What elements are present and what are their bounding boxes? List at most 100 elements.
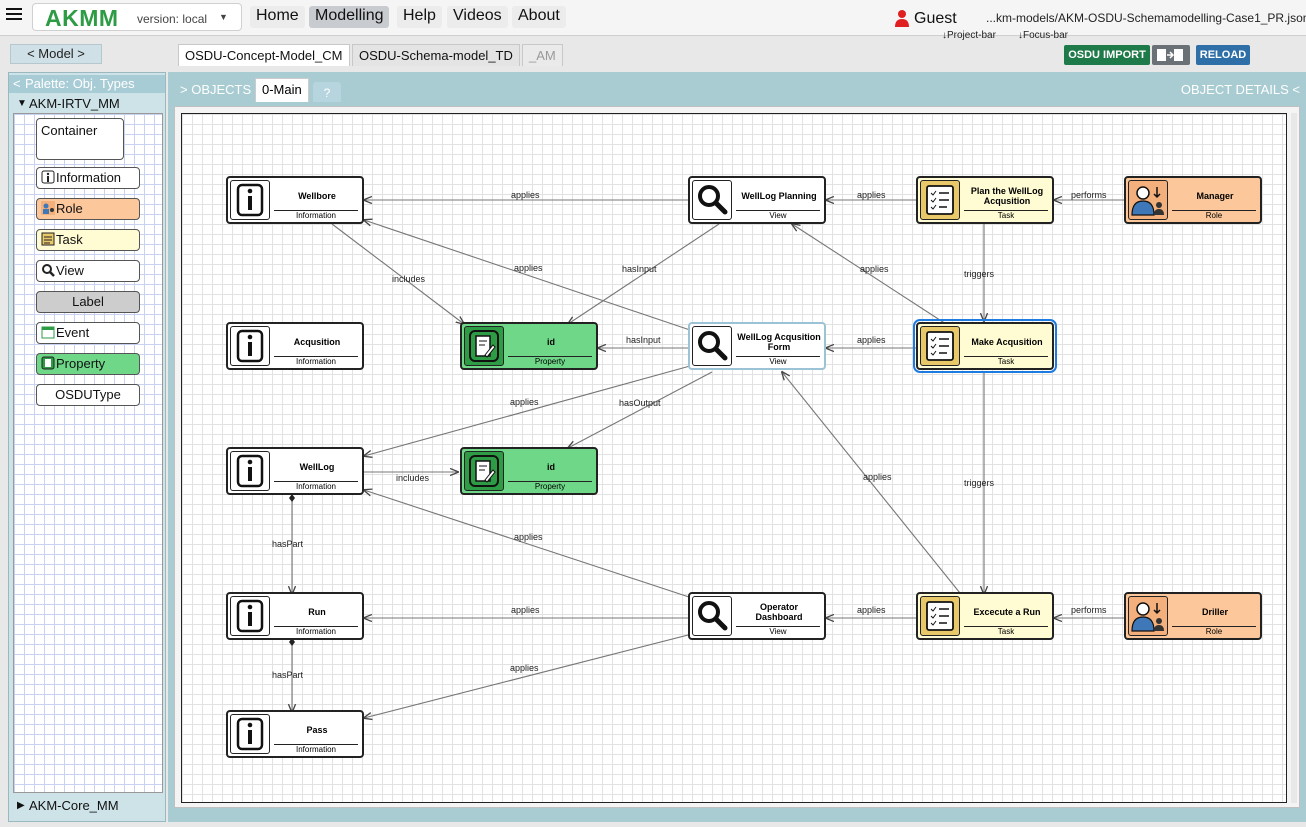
palette-item-label: View: [56, 263, 84, 278]
link-label: performs: [1071, 190, 1107, 200]
palette-item-role[interactable]: Role: [36, 198, 140, 220]
link-opdash-welllog: [364, 490, 693, 599]
palette-header[interactable]: < Palette: Obj. Types: [9, 75, 165, 93]
node-type: Information: [274, 481, 358, 492]
node-name: Plan the WellLog Acqusition: [970, 186, 1044, 206]
magnifier-icon: [692, 326, 732, 366]
node-welllog-acqusition-form[interactable]: WellLog Acqusition Form View: [688, 322, 826, 370]
nav-about[interactable]: About: [512, 6, 566, 28]
objects-toggle[interactable]: > OBJECTS: [180, 82, 251, 97]
link-label: hasOutput: [619, 398, 661, 408]
info-icon: [230, 451, 270, 491]
role-icon: [41, 201, 55, 215]
palette-item-container[interactable]: Container: [36, 118, 124, 160]
node-wellbore[interactable]: Wellbore Information: [226, 176, 364, 224]
diagram-canvas[interactable]: applies applies performs includes applie…: [181, 113, 1287, 803]
chevron-left-icon[interactable]: <: [13, 75, 21, 93]
object-details-toggle[interactable]: OBJECT DETAILS <: [1181, 82, 1300, 97]
osdu-import-button[interactable]: OSDU IMPORT: [1064, 45, 1150, 65]
palette-item-property[interactable]: Property: [36, 353, 140, 375]
calendar-icon: [41, 326, 55, 339]
diagram-wrapper: applies applies performs includes applie…: [174, 106, 1300, 808]
link-label: hasPart: [272, 539, 304, 549]
export-import-button[interactable]: [1152, 45, 1190, 65]
palette-item-label-type[interactable]: Label: [36, 291, 140, 313]
node-manager[interactable]: Manager Role: [1124, 176, 1262, 224]
hamburger-menu-icon[interactable]: [6, 6, 22, 22]
role-icon: [1128, 180, 1168, 220]
link-execute-form: [782, 372, 965, 599]
nav-videos[interactable]: Videos: [447, 6, 508, 28]
node-acqusition[interactable]: Acqusition Information: [226, 322, 364, 370]
link-label: performs: [1071, 605, 1107, 615]
property-icon: [464, 326, 504, 366]
palette-item-event[interactable]: Event: [36, 322, 140, 344]
node-type: Role: [1172, 210, 1256, 221]
node-welllog-planning[interactable]: WellLog Planning View: [688, 176, 826, 224]
node-run[interactable]: Run Information: [226, 592, 364, 640]
project-bar-toggle[interactable]: ↓Project-bar: [942, 30, 996, 41]
brand-box: AKMM version: local ▼: [32, 3, 242, 31]
info-icon: [41, 170, 55, 184]
node-name: WellLog Acqusition Form: [737, 332, 821, 352]
task-icon: [41, 232, 55, 246]
node-welllog[interactable]: WellLog Information: [226, 447, 364, 495]
node-type: Role: [1172, 626, 1256, 637]
node-plan-welllog-acqusition[interactable]: Plan the WellLog Acqusition Task: [916, 176, 1054, 224]
palette-item-view[interactable]: View: [36, 260, 140, 282]
palette-item-task[interactable]: Task: [36, 229, 140, 251]
user-icon[interactable]: [895, 9, 909, 27]
node-type: Task: [964, 356, 1048, 367]
node-driller[interactable]: Driller Role: [1124, 592, 1262, 640]
brand-logo[interactable]: AKMM: [45, 5, 119, 32]
tab-0-main[interactable]: 0-Main: [255, 78, 309, 102]
palette-group-irtv[interactable]: ▼ AKM-IRTV_MM: [11, 95, 165, 113]
focus-bar-toggle[interactable]: ↓Focus-bar: [1018, 30, 1068, 41]
node-name: Run: [308, 607, 326, 617]
user-name[interactable]: Guest: [914, 10, 957, 28]
palette-group-label: AKM-Core_MM: [29, 798, 119, 813]
diagram-scrollbar[interactable]: [1291, 113, 1297, 803]
node-excecute-a-run[interactable]: Excecute a Run Task: [916, 592, 1054, 640]
node-operator-dashboard[interactable]: Operator Dashboard View: [688, 592, 826, 640]
nav-home[interactable]: Home: [250, 6, 305, 28]
nav-help[interactable]: Help: [397, 6, 442, 28]
node-name: Make Acqusition: [971, 337, 1043, 347]
nav-modelling[interactable]: Modelling: [309, 6, 390, 28]
palette-item-information[interactable]: Information: [36, 167, 140, 189]
caret-down-icon[interactable]: ▼: [219, 12, 228, 22]
palette-item-osdutype[interactable]: OSDUType: [36, 384, 140, 406]
link-label: applies: [863, 472, 892, 482]
tab-concept-model[interactable]: OSDU-Concept-Model_CM: [178, 44, 350, 66]
palette-group-core[interactable]: ▶ AKM-Core_MM: [11, 797, 165, 815]
node-type: Information: [274, 626, 358, 637]
node-type: View: [736, 210, 820, 221]
tab-am[interactable]: _AM: [522, 44, 563, 66]
reload-button[interactable]: RELOAD: [1196, 45, 1250, 65]
file-path: ...km-models/AKM-OSDU-Schemamodelling-Ca…: [986, 11, 1306, 25]
node-type: Property: [508, 481, 592, 492]
link-label: triggers: [964, 478, 995, 488]
node-name: Wellbore: [298, 191, 336, 201]
palette-item-label: Container: [41, 123, 98, 138]
tab-help[interactable]: ?: [313, 82, 341, 102]
link-make-planning: [792, 224, 947, 325]
node-name: id: [547, 337, 555, 347]
objects-label: OBJECTS: [191, 82, 252, 97]
node-make-acqusition[interactable]: Make Acqusition Task: [913, 319, 1057, 373]
node-pass[interactable]: Pass Information: [226, 710, 364, 758]
model-button[interactable]: < Model >: [10, 44, 102, 64]
link-label: includes: [392, 274, 426, 284]
task-icon: [920, 326, 960, 366]
link-label: applies: [514, 263, 543, 273]
node-type: Information: [274, 356, 358, 367]
node-name: id: [547, 462, 555, 472]
node-type: Property: [508, 356, 592, 367]
version-select[interactable]: version: local: [137, 12, 207, 26]
tab-schema-model[interactable]: OSDU-Schema-model_TD: [352, 44, 520, 66]
node-id-1[interactable]: id Property: [460, 322, 598, 370]
node-type: View: [736, 626, 820, 637]
magnifier-icon: [692, 180, 732, 220]
node-id-2[interactable]: id Property: [460, 447, 598, 495]
palette-item-label: Event: [56, 325, 90, 340]
